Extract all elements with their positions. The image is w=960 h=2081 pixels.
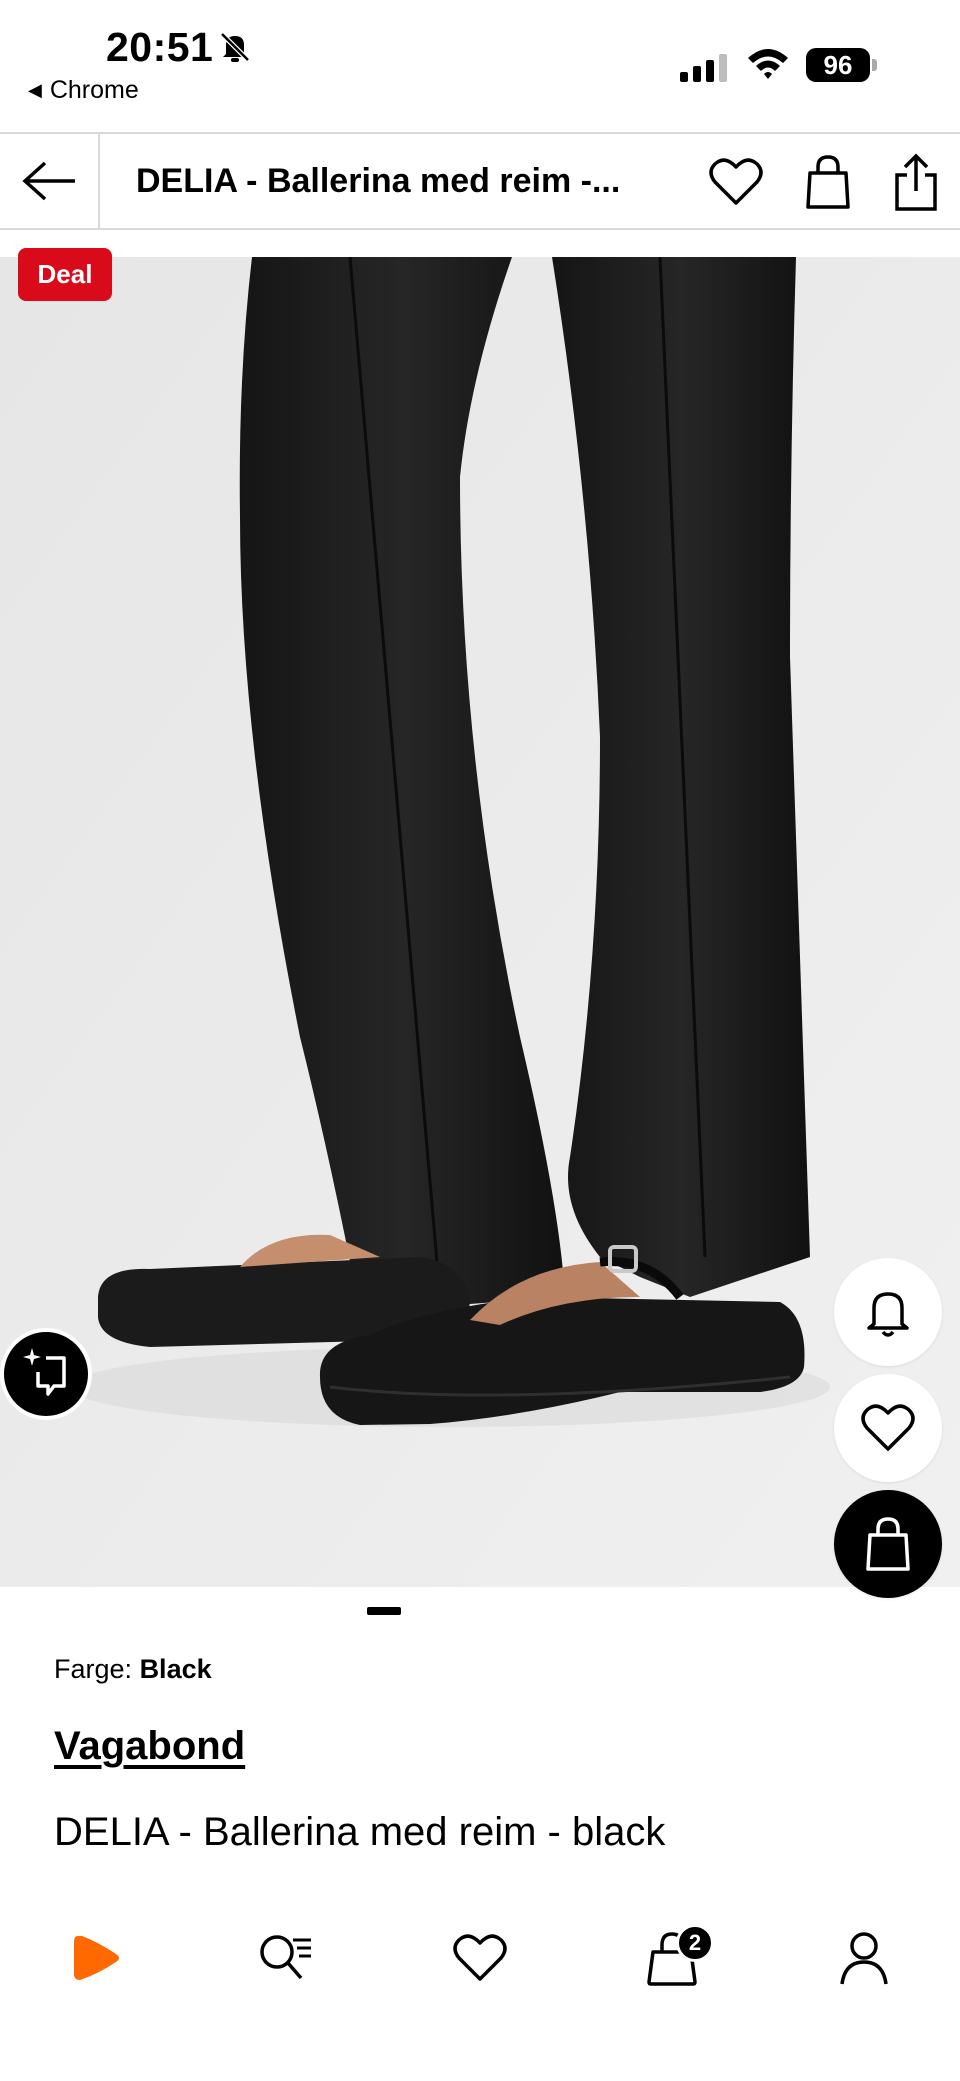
color-info: Farge: Black xyxy=(54,1654,212,1685)
status-time: 20:51 xyxy=(106,24,214,70)
share-icon xyxy=(895,153,937,211)
back-to-app-link[interactable]: ◀ Chrome xyxy=(28,76,139,105)
bag-button[interactable] xyxy=(800,154,856,210)
sparkle-crop-icon xyxy=(23,1348,66,1396)
color-label: Farge: xyxy=(54,1654,133,1684)
nav-search[interactable] xyxy=(246,1918,326,1998)
share-button[interactable] xyxy=(888,153,944,211)
add-to-bag-button[interactable] xyxy=(834,1490,942,1598)
heart-icon xyxy=(861,1404,915,1451)
cart-count-badge: 2 xyxy=(676,1924,714,1962)
heart-icon xyxy=(709,158,763,205)
product-photo xyxy=(0,257,960,1587)
status-bar: 20:51 ◀ Chrome 96 xyxy=(0,0,960,132)
page-title: DELIA - Ballerina med reim -... xyxy=(136,162,621,200)
cellular-signal-icon xyxy=(680,54,727,82)
battery-tip xyxy=(872,59,877,71)
product-image[interactable] xyxy=(0,257,960,1587)
bottom-nav: 2 xyxy=(0,1898,960,2018)
favorite-button[interactable] xyxy=(834,1374,942,1482)
back-button[interactable] xyxy=(0,134,100,228)
nav-profile[interactable] xyxy=(824,1918,904,1998)
brand-link[interactable]: Vagabond xyxy=(54,1724,245,1769)
shopping-bag-icon xyxy=(806,155,850,209)
back-triangle-icon: ◀ xyxy=(28,80,42,100)
heart-icon xyxy=(453,1934,507,1981)
wifi-icon xyxy=(748,49,788,79)
product-name: DELIA - Ballerina med reim - black xyxy=(54,1810,666,1854)
arrow-left-icon xyxy=(22,161,75,201)
user-icon xyxy=(840,1932,888,1985)
bell-icon xyxy=(867,1292,909,1337)
wishlist-button[interactable] xyxy=(708,154,764,210)
search-icon xyxy=(260,1935,311,1980)
battery-indicator: 96 xyxy=(806,48,878,82)
image-pager-indicator xyxy=(367,1607,401,1615)
visual-search-button[interactable] xyxy=(0,1328,92,1420)
nav-wishlist[interactable] xyxy=(440,1918,520,1998)
nav-cart[interactable]: 2 xyxy=(634,1918,714,1998)
bell-off-icon xyxy=(220,32,250,62)
nav-home[interactable] xyxy=(56,1918,136,1998)
deal-badge: Deal xyxy=(18,248,112,301)
back-app-label: Chrome xyxy=(49,76,139,104)
color-value: Black xyxy=(139,1654,212,1684)
notify-button[interactable] xyxy=(834,1258,942,1366)
battery-level: 96 xyxy=(806,48,870,82)
shopping-bag-icon xyxy=(866,1517,910,1571)
product-header: DELIA - Ballerina med reim -... xyxy=(0,132,960,230)
zalando-logo-icon xyxy=(74,1936,119,1980)
